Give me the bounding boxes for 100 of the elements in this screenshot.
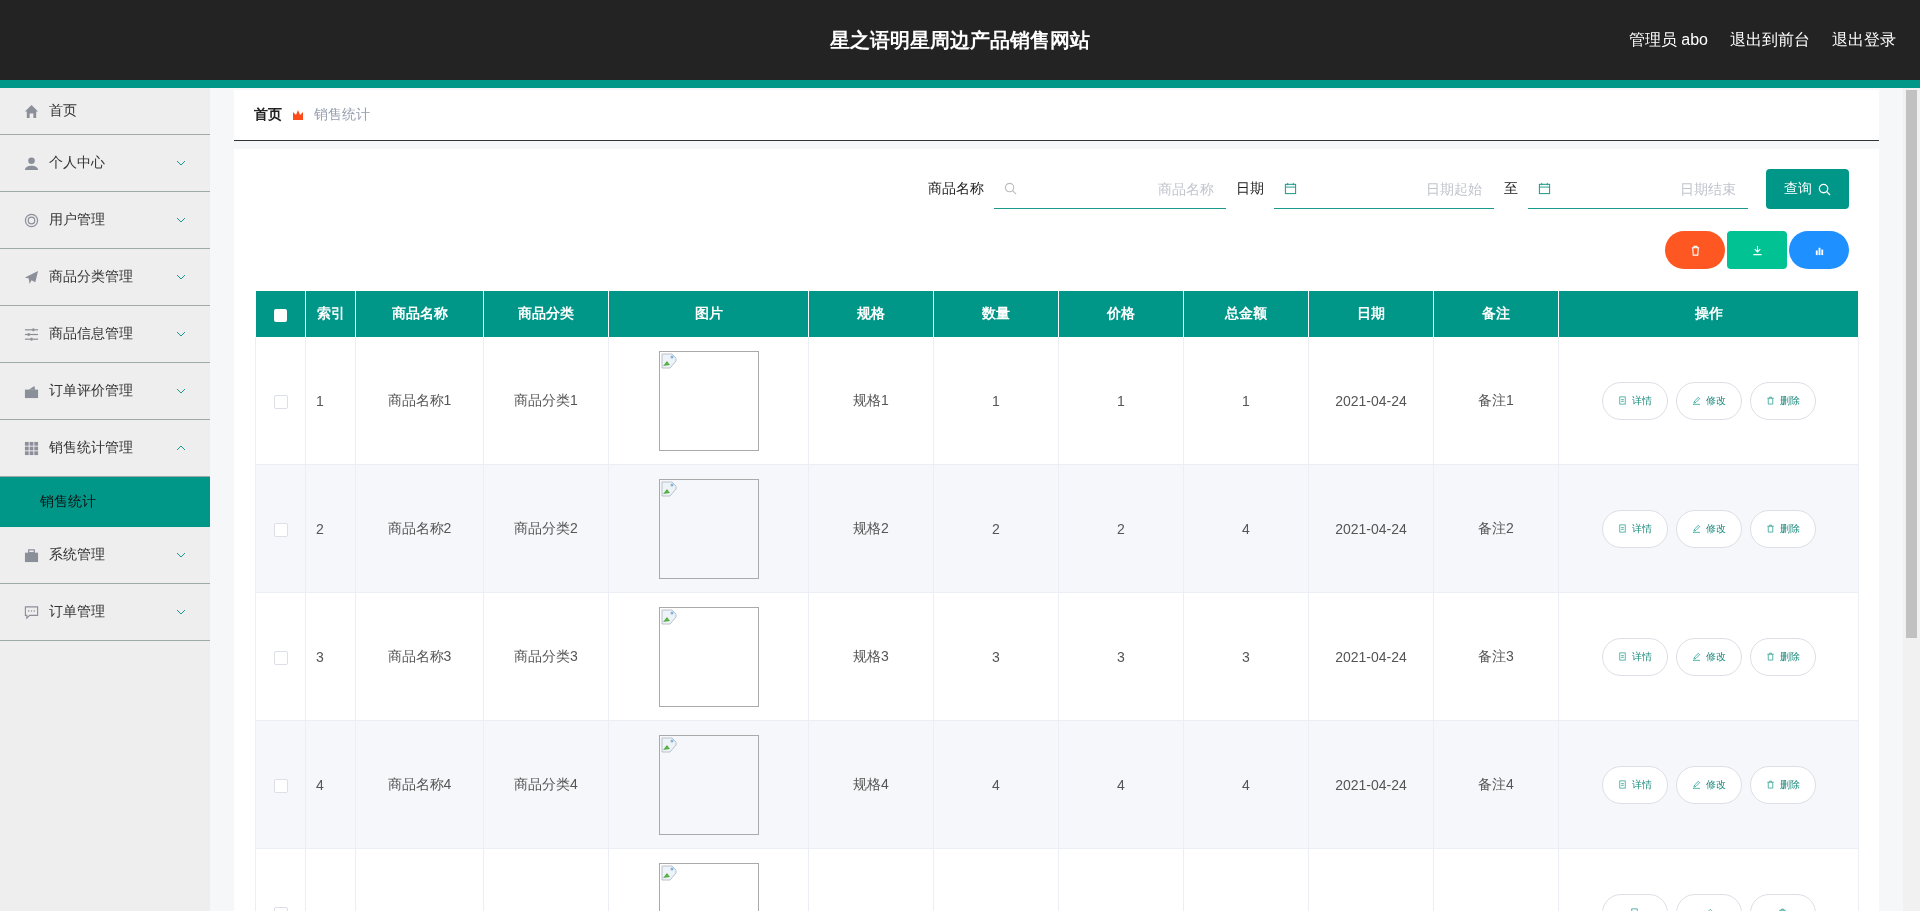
edit-button[interactable]: 修改 — [1675, 381, 1742, 420]
table-cell: 3 — [305, 592, 356, 721]
delete-button[interactable]: 删除 — [1749, 381, 1816, 420]
table-cell: 规格2 — [808, 464, 934, 593]
table-cell: 2 — [933, 464, 1059, 593]
table-cell: 商品分类3 — [483, 592, 609, 721]
table-cell: 1 — [1183, 337, 1309, 465]
delete-button[interactable]: 删除 — [1749, 765, 1816, 804]
chat-icon — [24, 604, 39, 620]
column-header: 图片 — [608, 291, 809, 337]
trash-icon — [1765, 524, 1775, 533]
table-cell: 4 — [1183, 720, 1309, 849]
edit-button[interactable]: 修改 — [1675, 509, 1742, 548]
table-cell: 备注4 — [1433, 720, 1559, 849]
date-field[interactable]: 日期起始 — [1274, 169, 1494, 209]
trash-icon — [1765, 652, 1775, 661]
chevron-down-icon — [176, 388, 186, 394]
table-cell: 规格1 — [808, 337, 934, 465]
column-header: 规格 — [808, 291, 934, 337]
trash-icon — [1765, 780, 1775, 789]
header-link[interactable]: 管理员 abo — [1628, 29, 1708, 51]
column-header: 索引 — [305, 291, 356, 337]
column-header: 商品分类 — [483, 291, 609, 337]
pencil-icon — [1691, 396, 1701, 405]
calendar-icon — [1538, 182, 1551, 195]
chart-button[interactable] — [1789, 231, 1849, 269]
breadcrumb-link[interactable]: 销售统计 — [314, 106, 370, 124]
header-link[interactable]: 退出到前台 — [1730, 29, 1810, 51]
document-icon — [1617, 396, 1627, 405]
trash-icon — [1765, 396, 1775, 405]
date-field[interactable]: 日期结束 — [1528, 169, 1748, 209]
row-checkbox[interactable] — [273, 522, 288, 537]
table-cell: 2 — [305, 464, 356, 593]
row-checkbox[interactable] — [273, 650, 288, 665]
table-cell: 1 — [933, 337, 1059, 465]
document-icon — [1617, 780, 1627, 789]
table-cell: 2 — [1058, 464, 1184, 593]
pencil-icon — [1691, 524, 1701, 533]
download-icon — [1751, 244, 1763, 256]
delete-button[interactable] — [1665, 231, 1725, 269]
calendar-icon — [1284, 182, 1297, 195]
select-all-checkbox[interactable] — [273, 308, 287, 322]
search-icon — [1004, 182, 1017, 195]
column-header: 日期 — [1308, 291, 1434, 337]
table-cell: 商品名称4 — [355, 720, 484, 849]
user-icon — [24, 155, 39, 171]
detail-button[interactable]: 详情 — [1601, 765, 1668, 804]
table-cell: 1 — [1058, 337, 1184, 465]
table-cell: 规格4 — [808, 720, 934, 849]
table-cell: 规格3 — [808, 592, 934, 721]
home-icon — [24, 103, 39, 119]
row-checkbox[interactable] — [273, 778, 288, 793]
table-cell: 商品名称2 — [355, 464, 484, 593]
delete-button[interactable]: 删除 — [1749, 637, 1816, 676]
column-header: 总金额 — [1183, 291, 1309, 337]
broken-image-icon — [660, 480, 677, 497]
field-label: 日期 — [1236, 180, 1264, 198]
briefcase-icon — [24, 547, 39, 563]
detail-button[interactable]: 详情 — [1601, 381, 1668, 420]
pencil-icon — [1691, 652, 1701, 661]
table-cell: 4 — [1183, 464, 1309, 593]
delete-button[interactable]: 删除 — [1749, 509, 1816, 548]
table-cell: 4 — [1058, 720, 1184, 849]
grid-icon — [24, 440, 39, 456]
chevron-down-icon — [176, 609, 186, 615]
table-cell: 2021-04-24 — [1308, 720, 1434, 849]
table-cell: 备注3 — [1433, 592, 1559, 721]
edit-button[interactable]: 修改 — [1675, 765, 1742, 804]
column-header: 数量 — [933, 291, 1059, 337]
table-cell: 3 — [1183, 592, 1309, 721]
search-field[interactable]: 商品名称 — [994, 169, 1226, 209]
row-checkbox[interactable] — [273, 394, 288, 409]
detail-button[interactable]: 详情 — [1601, 637, 1668, 676]
broken-image-icon — [660, 864, 677, 881]
wallet-icon — [24, 383, 39, 399]
table-cell: 商品名称1 — [355, 337, 484, 465]
column-header: 价格 — [1058, 291, 1184, 337]
field-label: 商品名称 — [928, 180, 984, 198]
table-cell: 2021-04-24 — [1308, 337, 1434, 465]
chevron-down-icon — [176, 217, 186, 223]
table-cell: 2021-04-24 — [1308, 592, 1434, 721]
header-link[interactable]: 退出登录 — [1832, 29, 1896, 51]
document-icon — [1617, 652, 1627, 661]
chevron-down-icon — [176, 331, 186, 337]
column-header: 操作 — [1558, 291, 1859, 337]
detail-button[interactable]: 详情 — [1601, 509, 1668, 548]
broken-image-icon — [660, 352, 677, 369]
submenu-item[interactable]: 销售统计 — [0, 477, 210, 527]
broken-image-icon — [660, 736, 677, 753]
paper-plane-icon — [24, 269, 39, 285]
field-label: 至 — [1504, 180, 1518, 198]
search-icon — [1818, 182, 1831, 196]
breadcrumb-link[interactable]: 首页 — [254, 106, 282, 124]
scrollbar[interactable] — [1903, 88, 1920, 911]
query-button[interactable]: 查询 — [1766, 169, 1849, 209]
crown-icon — [292, 109, 304, 121]
chevron-down-icon — [176, 552, 186, 558]
chevron-up-icon — [176, 445, 186, 451]
edit-button[interactable]: 修改 — [1675, 637, 1742, 676]
column-header: 备注 — [1433, 291, 1559, 337]
